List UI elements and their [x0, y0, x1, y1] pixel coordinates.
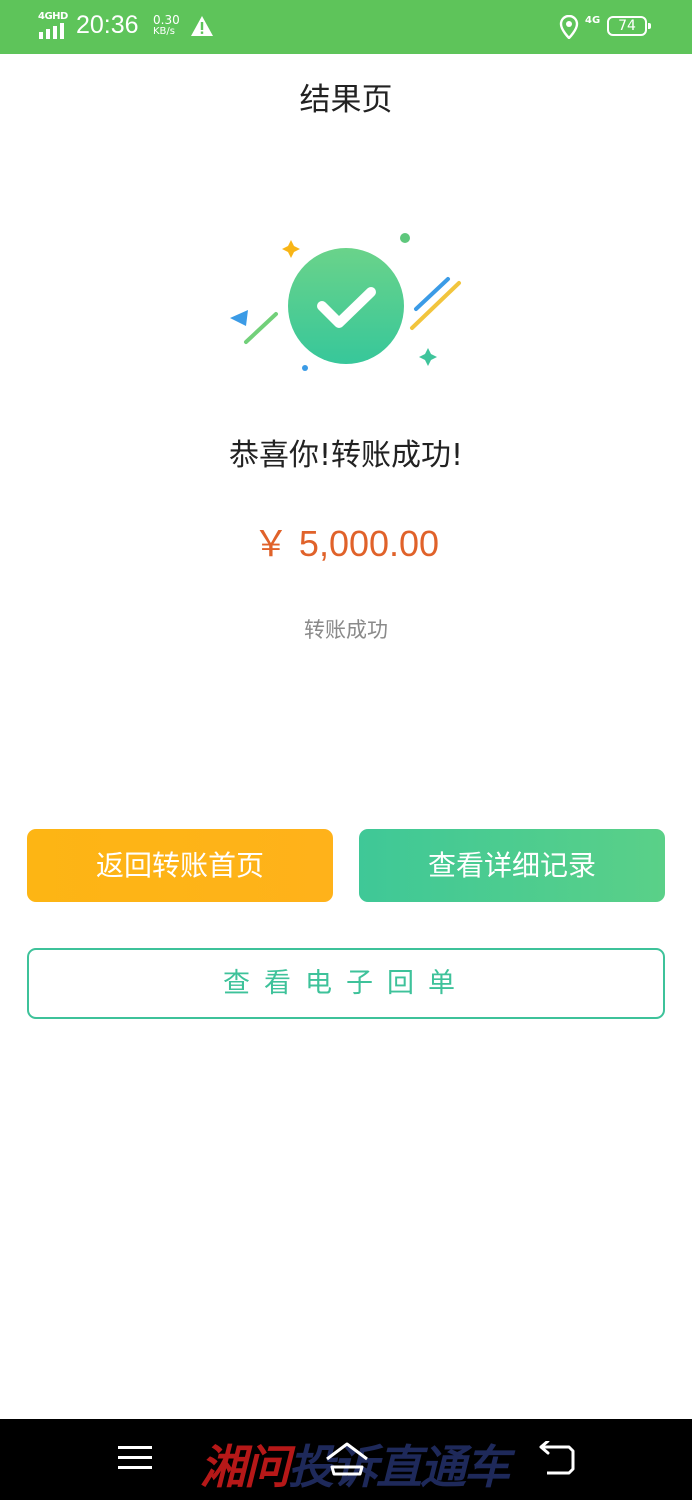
transfer-status: 转账成功 — [304, 618, 388, 642]
success-check-icon — [230, 233, 461, 371]
location-icon — [559, 15, 579, 39]
transfer-amount: ￥ 5,000.00 — [252, 523, 440, 564]
speed-value: 0.30 — [153, 13, 180, 27]
view-details-button[interactable]: 查看详细记录 — [359, 829, 665, 902]
signal-icon — [39, 23, 64, 39]
network-speed: 0.30 KB/s — [153, 14, 187, 38]
watermark-red: 湘问 — [200, 1440, 290, 1494]
status-bar: 4GHD 20:36 0.30 KB/s 4G 74 — [0, 0, 692, 54]
network-type-2: 4G — [585, 15, 601, 26]
speed-unit: KB/s — [153, 26, 175, 37]
menu-icon[interactable] — [118, 1444, 152, 1472]
watermark-blue: 投诉直通车 — [288, 1440, 510, 1494]
home-icon[interactable] — [324, 1441, 370, 1477]
view-receipt-button[interactable]: 查看电子回单 — [27, 948, 665, 1019]
success-title: 恭喜你!转账成功! — [228, 438, 464, 473]
battery-icon: 74 — [607, 16, 651, 36]
back-icon[interactable] — [539, 1441, 577, 1477]
back-to-transfer-button[interactable]: 返回转账首页 — [27, 829, 333, 902]
page-title: 结果页 — [299, 82, 393, 118]
warning-icon — [191, 16, 213, 36]
clock: 20:36 — [76, 11, 139, 39]
navigation-bar: 湘问投诉直通车 — [0, 1419, 692, 1500]
battery-level: 74 — [618, 18, 636, 34]
